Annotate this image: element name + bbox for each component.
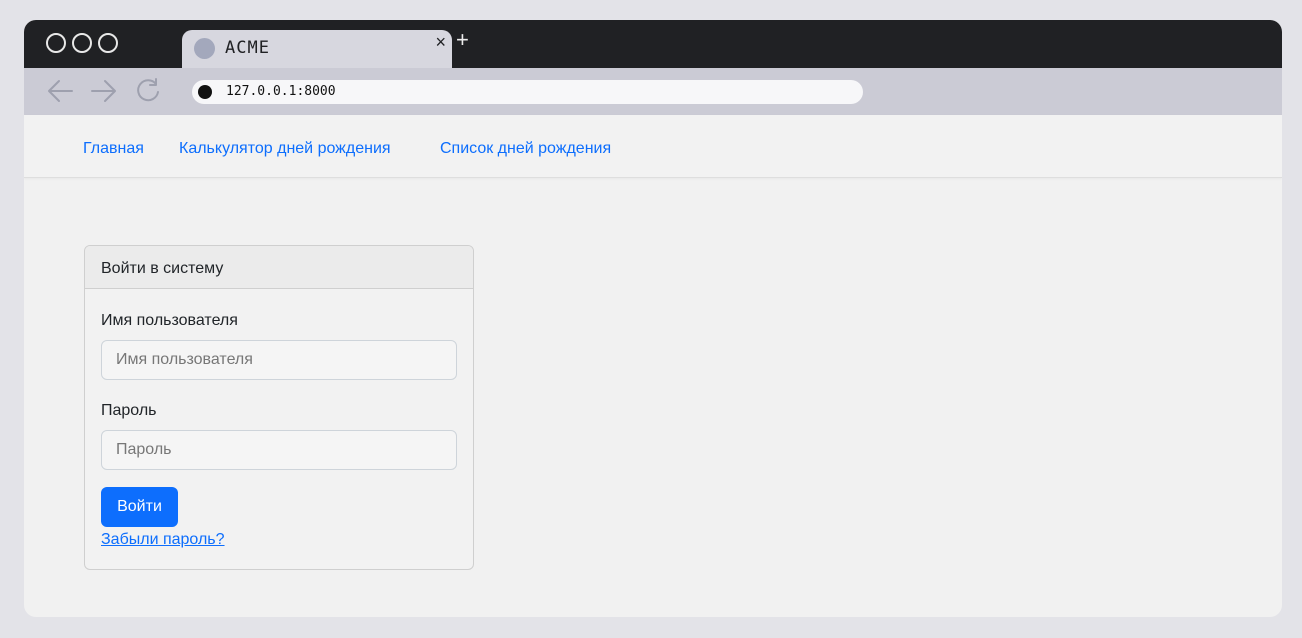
username-label: Имя пользователя [101, 312, 238, 330]
window-maximize-dot[interactable] [98, 33, 118, 53]
reload-icon[interactable] [134, 78, 162, 104]
url-text: 127.0.0.1:8000 [226, 84, 336, 99]
forward-arrow-icon[interactable] [90, 78, 118, 104]
login-card-header: Войти в систему [85, 246, 473, 289]
password-input[interactable] [101, 430, 457, 470]
login-button[interactable]: Войти [101, 487, 178, 527]
tab-close-icon[interactable]: × [435, 32, 446, 53]
browser-window: ACME × + 127.0.0.1:8000 Главная Калькуля… [24, 20, 1282, 617]
nav-link-birthday-list[interactable]: Список дней рождения [440, 140, 611, 158]
username-input[interactable] [101, 340, 457, 380]
favicon-icon [194, 38, 215, 59]
nav-link-birthday-calculator[interactable]: Калькулятор дней рождения [179, 140, 391, 158]
nav-link-home[interactable]: Главная [83, 140, 144, 158]
window-close-dot[interactable] [46, 33, 66, 53]
browser-toolbar: 127.0.0.1:8000 [24, 68, 1282, 115]
forgot-password-link[interactable]: Забыли пароль? [101, 531, 225, 549]
site-info-icon[interactable] [198, 85, 212, 99]
browser-titlebar: ACME × + [24, 20, 1282, 68]
tab-title: ACME [225, 38, 270, 58]
browser-tab[interactable]: ACME × [182, 30, 452, 68]
window-minimize-dot[interactable] [72, 33, 92, 53]
new-tab-icon[interactable]: + [456, 29, 469, 51]
address-bar[interactable]: 127.0.0.1:8000 [192, 80, 863, 104]
login-card: Войти в систему Имя пользователя Пароль … [84, 245, 474, 570]
back-arrow-icon[interactable] [46, 78, 74, 104]
password-label: Пароль [101, 402, 157, 420]
site-navbar: Главная Калькулятор дней рождения Список… [24, 115, 1282, 178]
